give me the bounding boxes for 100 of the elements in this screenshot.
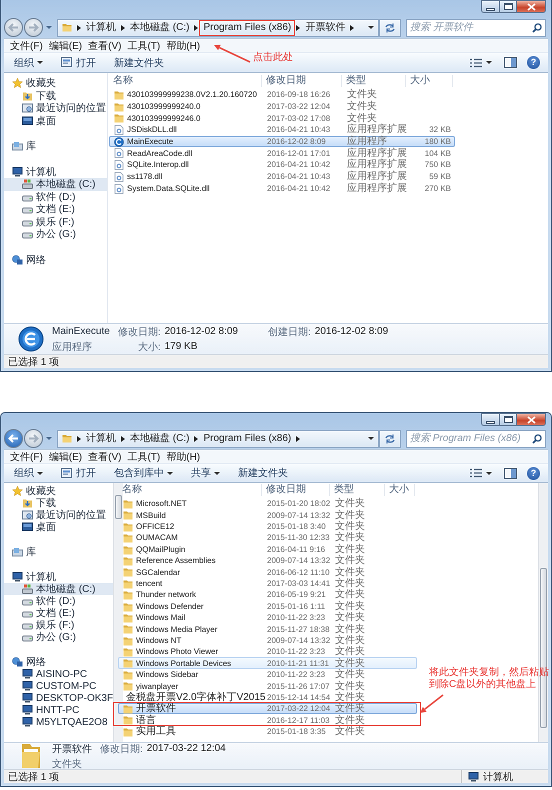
nav-item[interactable]: 本地磁盘 (C:) [4,583,114,595]
maximize-button[interactable] [499,0,516,13]
nav-item[interactable]: 文档 (E:) [4,203,107,216]
nav-item[interactable]: 计算机 [4,571,114,583]
nav-item[interactable]: 下载 [4,90,107,102]
file-row[interactable]: Windows Photo Viewer 2010-11-22 3:23 文件夹 [118,646,417,658]
nav-item[interactable]: 最近访问的位置 [4,102,107,114]
minimize-button[interactable] [481,0,499,13]
nav-item[interactable]: 办公 (G:) [4,228,107,240]
preview-pane-button[interactable] [502,56,519,69]
file-row[interactable]: 开票软件 2017-03-22 12:04 文件夹 [118,703,417,714]
menu-item[interactable]: 帮助(H) [166,38,200,52]
breadcrumb-arrow-icon[interactable] [350,24,354,30]
maximize-button[interactable] [499,413,516,426]
nav-item[interactable]: 最近访问的位置 [4,509,114,521]
menu-item[interactable]: 编辑(E) [48,450,82,464]
nav-item[interactable]: 网络 [4,656,114,668]
menu-item[interactable]: 工具(T) [127,38,160,52]
nav-item[interactable]: 娱乐 (F:) [4,216,107,228]
breadcrumb-arrow-icon[interactable] [77,24,81,30]
address-bar[interactable]: 计算机 本地磁盘 (C:) Program Files (x86) 开票软件 [57,18,379,36]
file-row[interactable]: yiwanplayer 2015-11-26 17:07 文件夹 [118,680,417,692]
breadcrumb-arrow-icon[interactable] [121,436,125,442]
forward-button[interactable] [24,429,43,448]
toolbar-button[interactable]: 打开 [55,465,102,481]
menu-item[interactable]: 工具(T) [127,450,160,464]
file-row[interactable]: 430103999999246.0 2017-03-02 17:08 文件夹 [109,112,455,124]
menu-item[interactable]: 文件(F) [10,450,43,464]
file-row[interactable]: MainExecute 2016-12-02 8:09 应用程序 180 KB [109,136,455,148]
file-row[interactable]: Windows Mail 2010-11-22 3:23 文件夹 [118,612,417,624]
breadcrumb[interactable]: Program Files (x86) [199,430,296,446]
file-row[interactable]: 语言 2016-12-17 11:03 文件夹 [118,714,417,726]
caret-icon[interactable] [368,437,374,440]
breadcrumb-arrow-icon[interactable] [296,24,300,30]
nav-item[interactable]: 娱乐 (F:) [4,619,114,631]
minimize-button[interactable] [481,413,499,426]
nav-item[interactable]: 库 [4,140,107,152]
column-header[interactable]: 修改日期 [262,484,330,496]
breadcrumb-arrow-icon[interactable] [194,24,198,30]
nav-item[interactable]: 桌面 [4,114,107,127]
help-button[interactable]: ? [527,56,540,69]
toolbar-button[interactable]: 新建文件夹 [232,465,294,481]
breadcrumb-arrow-icon[interactable] [121,24,125,30]
nav-item[interactable]: 收藏夹 [4,485,114,497]
file-row[interactable]: 430103999999240.0 2017-03-22 12:04 文件夹 [109,100,455,112]
file-row[interactable]: ReadAreaCode.dll 2016-12-01 17:01 应用程序扩展 104 KB [109,147,455,160]
file-row[interactable]: Windows Portable Devices 2010-11-21 11:31 文件夹 [118,657,417,669]
file-row[interactable]: Windows NT 2009-07-14 13:32 文件夹 [118,634,417,646]
file-row[interactable]: JSDiskDLL.dll 2016-04-21 10:43 应用程序扩展 32 KB [109,124,455,136]
nav-item[interactable]: AISINO-PC [4,668,114,680]
forward-button[interactable] [24,18,43,37]
scrollbar[interactable] [113,483,124,742]
menu-item[interactable]: 文件(F) [10,38,43,52]
breadcrumb[interactable]: Program Files (x86) [199,20,296,36]
nav-item[interactable]: CUSTOM-PC [4,680,114,692]
address-bar[interactable]: 计算机 本地磁盘 (C:) Program Files (x86) [57,430,379,448]
toolbar-button[interactable]: 组织 [8,54,49,70]
search-icon[interactable] [532,22,542,32]
caret-icon[interactable] [368,26,374,29]
file-row[interactable]: Windows Media Player 2015-11-27 18:38 文件夹 [118,623,417,635]
file-row[interactable]: Microsoft.NET 2015-01-20 18:02 文件夹 [118,498,417,510]
file-row[interactable]: 实用工具 2015-01-18 3:35 文件夹 [118,726,417,738]
nav-item[interactable]: 桌面 [4,521,114,533]
file-row[interactable]: 430103999999238.0V2.1.20.160720 2016-09-18 16:26 文件夹 [109,89,455,101]
menu-item[interactable]: 查看(V) [88,450,122,464]
toolbar-button[interactable]: 包含到库中 [108,465,179,481]
column-header[interactable]: 大小 [406,74,453,86]
help-button[interactable]: ? [527,466,540,480]
toolbar-button[interactable]: 新建文件夹 [108,54,170,70]
breadcrumb-arrow-icon[interactable] [194,436,198,442]
file-row[interactable]: QQMailPlugin 2016-04-11 9:16 文件夹 [118,544,417,555]
preview-pane-button[interactable] [502,466,519,480]
close-button[interactable] [516,413,546,426]
toolbar-button[interactable]: 共享 [185,465,226,481]
view-button[interactable] [468,56,494,68]
file-row[interactable]: Windows Defender 2015-01-16 1:11 文件夹 [118,600,417,612]
breadcrumb-arrow-icon[interactable] [77,436,81,442]
nav-item[interactable]: 库 [4,546,114,558]
breadcrumb[interactable]: 本地磁盘 (C:) [126,20,194,36]
file-row[interactable]: Windows Sidebar 2010-11-22 3:23 文件夹 [118,668,417,680]
file-row[interactable]: 金税盘开票V2.0字体补丁V2015 2015-12-14 14:54 文件夹 [118,692,417,704]
toolbar-button[interactable]: 打开 [55,54,102,70]
file-row[interactable]: tencent 2017-03-03 14:41 文件夹 [118,578,417,590]
nav-item[interactable]: M5YLTQAE2O8 [4,716,114,728]
back-button[interactable] [4,429,23,448]
file-row[interactable]: MSBuild 2009-07-14 13:32 文件夹 [118,509,417,521]
menu-item[interactable]: 编辑(E) [48,38,82,52]
file-row[interactable]: SGCalendar 2016-06-12 11:10 文件夹 [118,566,417,578]
nav-item[interactable]: 文档 (E:) [4,607,114,619]
nav-item[interactable]: HNTT-PC [4,704,114,716]
nav-item[interactable]: 本地磁盘 (C:) [4,178,107,190]
search-field[interactable]: 搜索 开票软件 [406,18,546,36]
menu-item[interactable]: 查看(V) [88,38,122,52]
view-button[interactable] [468,467,494,479]
column-header[interactable]: 类型 [330,484,385,496]
breadcrumb-arrow-icon[interactable] [296,436,300,442]
column-header[interactable]: 名称 [109,74,262,86]
breadcrumb[interactable]: 开票软件 [301,20,350,36]
nav-item[interactable]: 计算机 [4,166,107,178]
refresh-button[interactable] [379,18,401,36]
